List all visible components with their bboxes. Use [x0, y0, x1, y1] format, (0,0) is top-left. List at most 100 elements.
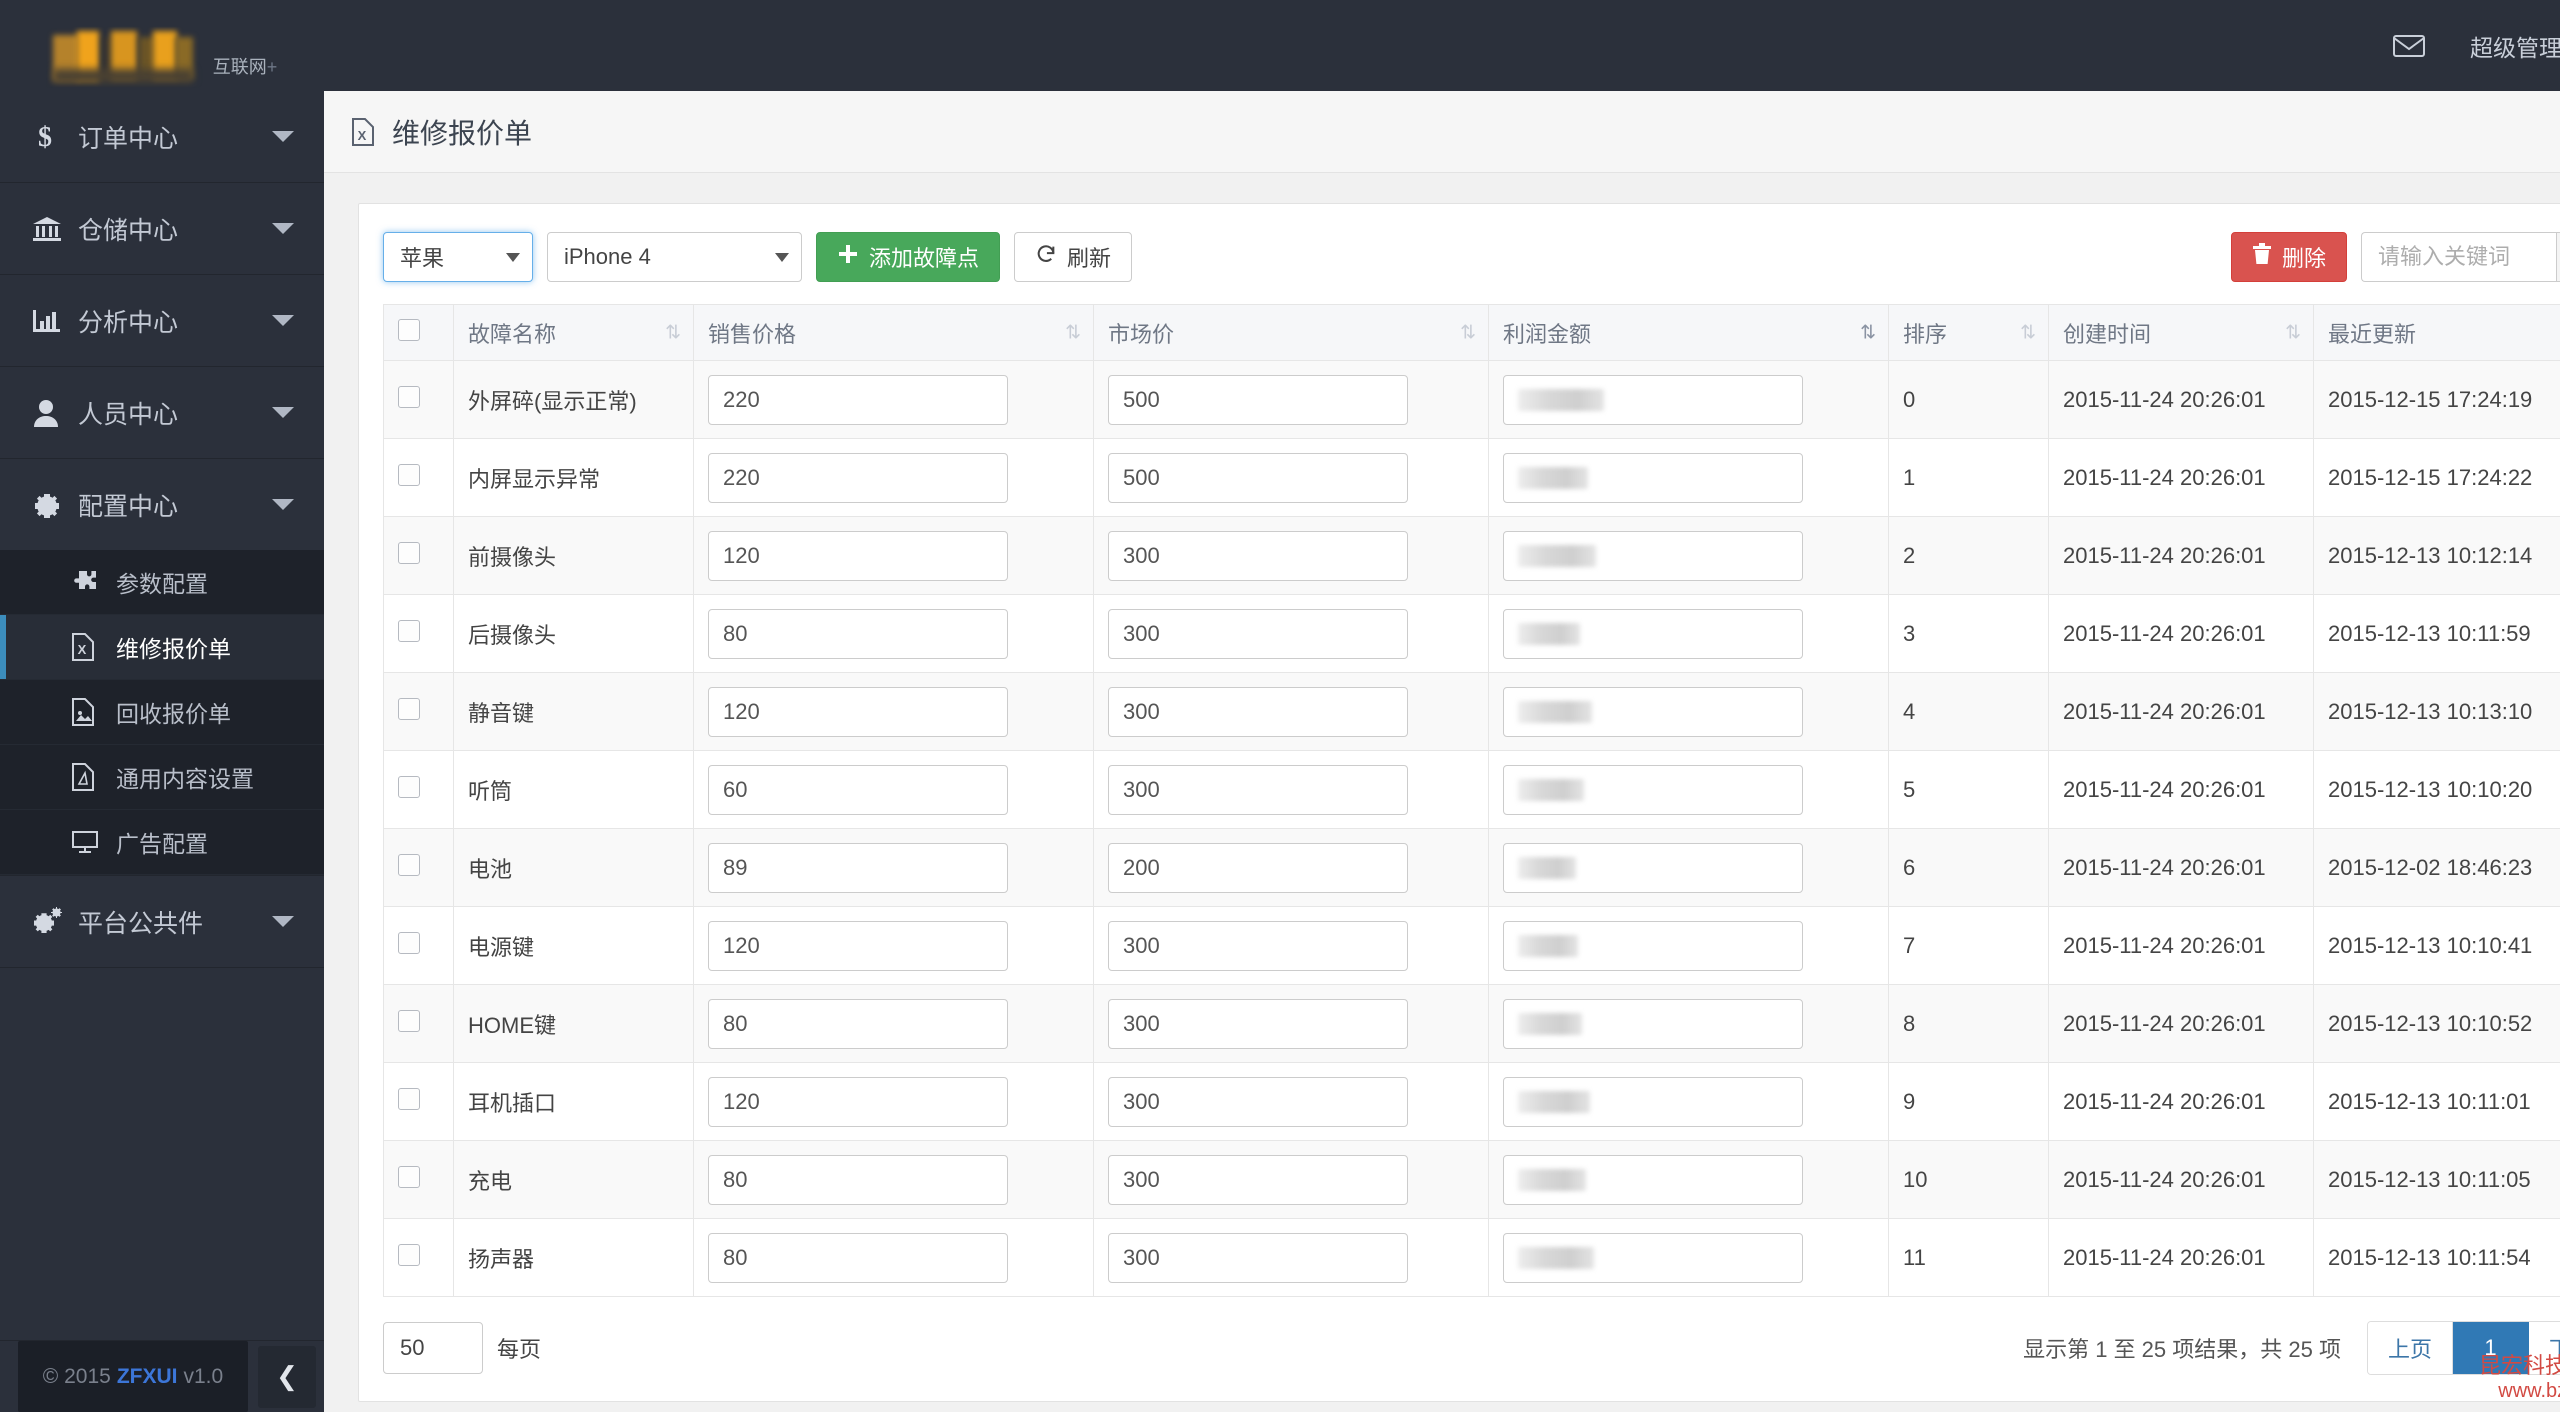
sale-price-input[interactable] — [708, 1232, 1008, 1283]
market-price-input[interactable] — [1108, 530, 1408, 581]
column-header-updated[interactable]: 最近更新 ⇅ — [2313, 304, 2560, 361]
market-price-input[interactable] — [1108, 998, 1408, 1049]
sidebar-item-warehouse[interactable]: 仓储中心 — [0, 183, 324, 275]
sale-price-input[interactable] — [708, 764, 1008, 815]
sale-price-input[interactable] — [708, 374, 1008, 425]
row-checkbox[interactable] — [398, 775, 420, 798]
column-header-created[interactable]: 创建时间 ⇅ — [2048, 304, 2314, 361]
market-price-input[interactable] — [1108, 842, 1408, 893]
sidebar-subitem-params[interactable]: 参数配置 — [0, 550, 324, 615]
row-select-cell[interactable] — [383, 828, 454, 907]
column-header-name[interactable]: 故障名称 ⇅ — [453, 304, 694, 361]
row-select-cell[interactable] — [383, 906, 454, 985]
sale-price-input[interactable] — [708, 842, 1008, 893]
add-fault-point-button[interactable]: 添加故障点 — [816, 232, 1001, 282]
table-row[interactable]: 内屏显示异常 1 2015-11-24 20:26:01 2015-12-15 17:… — [383, 438, 2560, 517]
column-header-sale-price[interactable]: 销售价格 ⇅ — [693, 304, 1094, 361]
sale-price-input[interactable] — [708, 608, 1008, 659]
model-select[interactable]: iPhone 4 — [547, 232, 802, 282]
search-input[interactable] — [2361, 232, 2556, 282]
sidebar-subitem-ads[interactable]: 广告配置 — [0, 810, 324, 875]
column-header-profit[interactable]: 利润金额 ⇅ — [1488, 304, 1889, 361]
sidebar-item-analytics[interactable]: 分析中心 — [0, 275, 324, 367]
profit-input[interactable] — [1503, 1076, 1803, 1127]
market-price-input[interactable] — [1108, 1232, 1408, 1283]
sale-price-input[interactable] — [708, 1154, 1008, 1205]
row-select-cell[interactable] — [383, 672, 454, 751]
profit-input[interactable] — [1503, 608, 1803, 659]
profit-input[interactable] — [1503, 1232, 1803, 1283]
brand-select[interactable]: 苹果 — [383, 232, 533, 282]
row-select-cell[interactable] — [383, 1140, 454, 1219]
profit-input[interactable] — [1503, 530, 1803, 581]
select-all-checkbox[interactable] — [398, 318, 420, 341]
sale-price-input[interactable] — [708, 686, 1008, 737]
table-row[interactable]: 外屏碎(显示正常) 0 2015-11-24 20:26:01 2015-12-15 … — [383, 360, 2560, 439]
sale-price-input[interactable] — [708, 998, 1008, 1049]
profit-input[interactable] — [1503, 452, 1803, 503]
table-row[interactable]: 电池 6 2015-11-24 20:26:01 2015-12-02 18:46:2… — [383, 828, 2560, 907]
table-row[interactable]: 后摄像头 3 2015-11-24 20:26:01 2015-12-13 10:11… — [383, 594, 2560, 673]
row-select-cell[interactable] — [383, 984, 454, 1063]
table-row[interactable]: 静音键 4 2015-11-24 20:26:01 2015-12-13 10:13:… — [383, 672, 2560, 751]
user-menu-button[interactable]: 超级管理员 — [2448, 0, 2560, 91]
row-checkbox[interactable] — [398, 931, 420, 954]
sidebar-item-config[interactable]: 配置中心 参数配置 X 维修报价单 回收报价单 通用内容设置 广告配置 — [0, 459, 324, 876]
row-checkbox[interactable] — [398, 385, 420, 408]
row-select-cell[interactable] — [383, 360, 454, 439]
sale-price-input[interactable] — [708, 452, 1008, 503]
table-row[interactable]: 前摄像头 2 2015-11-24 20:26:01 2015-12-13 10:12… — [383, 516, 2560, 595]
market-price-input[interactable] — [1108, 764, 1408, 815]
row-select-cell[interactable] — [383, 438, 454, 517]
row-checkbox[interactable] — [398, 1009, 420, 1032]
table-row[interactable]: HOME键 8 2015-11-24 20:26:01 2015-12-13 10:1… — [383, 984, 2560, 1063]
profit-input[interactable] — [1503, 998, 1803, 1049]
sidebar-item-orders[interactable]: $ 订单中心 — [0, 91, 324, 183]
sidebar-collapse-button[interactable]: ❮ — [258, 1345, 316, 1408]
brand-header[interactable]: 互联网+ — [0, 0, 324, 91]
profit-input[interactable] — [1503, 686, 1803, 737]
row-checkbox[interactable] — [398, 853, 420, 876]
page-size-select[interactable]: 50 — [383, 1322, 483, 1374]
sale-price-input[interactable] — [708, 920, 1008, 971]
delete-button[interactable]: 删除 — [2230, 232, 2347, 282]
market-price-input[interactable] — [1108, 686, 1408, 737]
market-price-input[interactable] — [1108, 374, 1408, 425]
row-checkbox[interactable] — [398, 1087, 420, 1110]
prev-page-button[interactable]: 上页 — [2367, 1322, 2453, 1374]
row-select-cell[interactable] — [383, 1062, 454, 1141]
column-header-order[interactable]: 排序 ⇅ — [1888, 304, 2049, 361]
profit-input[interactable] — [1503, 920, 1803, 971]
sale-price-input[interactable] — [708, 1076, 1008, 1127]
sale-price-input[interactable] — [708, 530, 1008, 581]
market-price-input[interactable] — [1108, 452, 1408, 503]
row-checkbox[interactable] — [398, 541, 420, 564]
row-checkbox[interactable] — [398, 1243, 420, 1266]
sidebar-subitem-common-content[interactable]: 通用内容设置 — [0, 745, 324, 810]
row-select-cell[interactable] — [383, 594, 454, 673]
sidebar-item-staff[interactable]: 人员中心 — [0, 367, 324, 459]
table-row[interactable]: 充电 10 2015-11-24 20:26:01 2015-12-13 10:11:… — [383, 1140, 2560, 1219]
messages-button[interactable] — [2370, 0, 2448, 91]
table-row[interactable]: 听筒 5 2015-11-24 20:26:01 2015-12-13 10:10:2… — [383, 750, 2560, 829]
row-checkbox[interactable] — [398, 463, 420, 486]
market-price-input[interactable] — [1108, 1076, 1408, 1127]
row-select-cell[interactable] — [383, 516, 454, 595]
search-button[interactable] — [2556, 232, 2560, 282]
column-header-market-price[interactable]: 市场价 ⇅ — [1093, 304, 1489, 361]
market-price-input[interactable] — [1108, 1154, 1408, 1205]
table-row[interactable]: 扬声器 11 2015-11-24 20:26:01 2015-12-13 10:11… — [383, 1218, 2560, 1297]
table-row[interactable]: 电源键 7 2015-11-24 20:26:01 2015-12-13 10:10:… — [383, 906, 2560, 985]
sidebar-subitem-repair-quote[interactable]: X 维修报价单 — [0, 615, 324, 680]
profit-input[interactable] — [1503, 842, 1803, 893]
table-row[interactable]: 耳机插口 9 2015-11-24 20:26:01 2015-12-13 10:11… — [383, 1062, 2560, 1141]
refresh-button[interactable]: 刷新 — [1014, 232, 1133, 282]
profit-input[interactable] — [1503, 764, 1803, 815]
profit-input[interactable] — [1503, 374, 1803, 425]
row-checkbox[interactable] — [398, 1165, 420, 1188]
row-select-cell[interactable] — [383, 1218, 454, 1297]
row-checkbox[interactable] — [398, 697, 420, 720]
profit-input[interactable] — [1503, 1154, 1803, 1205]
market-price-input[interactable] — [1108, 608, 1408, 659]
market-price-input[interactable] — [1108, 920, 1408, 971]
